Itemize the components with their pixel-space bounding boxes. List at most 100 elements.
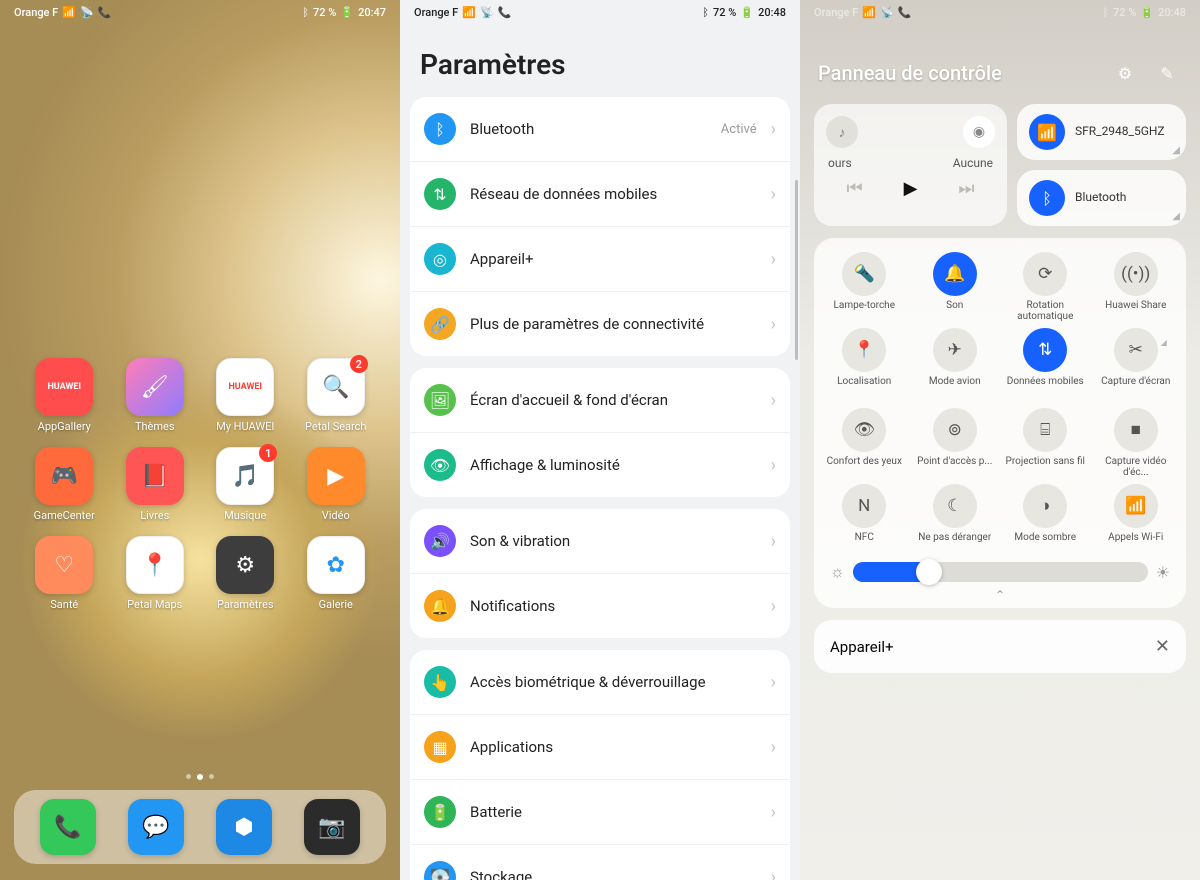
settings-row-sound[interactable]: 🔊Son & vibration› (410, 509, 790, 573)
expand-handle[interactable]: ⌃ (820, 586, 1180, 602)
sound-icon: 🔊 (424, 525, 456, 557)
app-label: Thèmes (135, 420, 175, 433)
dock-phone[interactable]: 📞 (40, 799, 96, 855)
close-icon[interactable]: ✕ (1155, 636, 1170, 657)
tile-hotspot[interactable]: ⊚Point d'accès p... (911, 408, 1000, 478)
dock: 📞 💬 ⬢ 📷 (14, 790, 386, 864)
app-label: Paramètres (217, 598, 274, 611)
tile-dark-mode[interactable]: ◑Mode sombre (1001, 484, 1090, 554)
wifi-label: SFR_2948_5GHZ (1075, 125, 1165, 139)
tile-dnd[interactable]: ☾Ne pas déranger (911, 484, 1000, 554)
eye-comfort-icon: 👁 (842, 408, 886, 452)
settings-row-battery[interactable]: 🔋Batterie› (410, 779, 790, 844)
call-forward-icon: 📞 (498, 6, 512, 19)
scrollbar[interactable] (795, 180, 798, 360)
cast-icon: ⌸ (1023, 408, 1067, 452)
tile-huawei-share[interactable]: ((•))Huawei Share (1092, 252, 1181, 322)
tile-sound[interactable]: 🔔Son (911, 252, 1000, 322)
chevron-right-icon: › (771, 737, 776, 758)
app-vid-o[interactable]: ▶Vidéo (294, 447, 379, 522)
settings-row-storage[interactable]: 💽Stockage› (410, 844, 790, 880)
app-sant-[interactable]: ♡Santé (22, 536, 107, 611)
settings-row-biometric[interactable]: 👆Accès biométrique & déverrouillage› (410, 650, 790, 714)
settings-row-notifications[interactable]: 🔔Notifications› (410, 573, 790, 638)
app-icon: 🎵1 (216, 447, 274, 505)
settings-row-device-plus[interactable]: ◎Appareil+› (410, 226, 790, 291)
tile-cast[interactable]: ⌸Projection sans fil (1001, 408, 1090, 478)
audio-output-icon[interactable]: ◉ (963, 116, 995, 148)
app-petal-search[interactable]: 🔍2Petal Search (294, 358, 379, 433)
carrier-label: Orange F (14, 6, 58, 19)
mobile-data-icon: ⇅ (1023, 328, 1067, 372)
battery-icon: 🔋 (1140, 6, 1154, 19)
tile-rotation[interactable]: ⟳Rotation automatique (1001, 252, 1090, 322)
app-petal-maps[interactable]: 📍Petal Maps (113, 536, 198, 611)
apps-icon: ▦ (424, 731, 456, 763)
prev-button[interactable]: ⏮ (846, 178, 862, 199)
edit-button[interactable]: ✎ (1152, 58, 1182, 88)
signal-icon: 📶 (862, 6, 876, 19)
settings-shortcut-button[interactable]: ⚙ (1110, 58, 1140, 88)
app-param-tres[interactable]: ⚙Paramètres (203, 536, 288, 611)
chevron-right-icon: › (771, 455, 776, 476)
status-bar: Orange F 📶 📡 📞 ᛒ 72 % 🔋 20:48 (400, 0, 800, 24)
chevron-right-icon: › (771, 596, 776, 617)
brightness-slider[interactable]: ☼ ☀ (820, 554, 1180, 586)
tile-label: Son (946, 300, 963, 322)
bluetooth-tile[interactable]: ᛒ Bluetooth ◢ (1017, 170, 1186, 226)
settings-row-bluetooth[interactable]: ᛒBluetoothActivé› (410, 97, 790, 161)
clock-small: 20:48 (758, 6, 786, 19)
tile-wifi-calling[interactable]: 📶Appels Wi-Fi (1092, 484, 1181, 554)
settings-row-more-conn[interactable]: 🔗Plus de paramètres de connectivité› (410, 291, 790, 356)
carrier-label: Orange F (414, 6, 458, 19)
tile-label: Confort des yeux (827, 456, 902, 478)
app-my-huawei[interactable]: HUAWEIMy HUAWEI (203, 358, 288, 433)
app-galerie[interactable]: ✿Galerie (294, 536, 379, 611)
play-button[interactable]: ▶ (904, 178, 918, 199)
settings-row-mobile-data[interactable]: ⇅Réseau de données mobiles› (410, 161, 790, 226)
media-track: ours (828, 156, 852, 170)
row-value: Activé (721, 122, 757, 137)
tile-nfc[interactable]: NNFC (820, 484, 909, 554)
control-panel-title: Panneau de contrôle (818, 61, 1098, 85)
device-plus-label: Appareil+ (830, 638, 894, 656)
tile-screen-record[interactable]: ■Capture vidéo d'éc... (1092, 408, 1181, 478)
settings-row-home-wall[interactable]: 🖼Écran d'accueil & fond d'écran› (410, 368, 790, 432)
carrier-label: Orange F (814, 6, 858, 19)
location-icon: 📍 (842, 328, 886, 372)
app-th-mes[interactable]: 🖌Thèmes (113, 358, 198, 433)
tile-location[interactable]: 📍Localisation (820, 328, 909, 402)
control-panel-screen: Orange F 📶 📡 📞 ᛒ 72 % 🔋 20:48 Panneau de… (800, 0, 1200, 880)
app-gamecenter[interactable]: 🎮GameCenter (22, 447, 107, 522)
tile-screenshot[interactable]: ✂Capture d'écran (1092, 328, 1181, 402)
more-conn-icon: 🔗 (424, 308, 456, 340)
chevron-right-icon: › (771, 249, 776, 270)
hotspot-icon: ⊚ (933, 408, 977, 452)
page-title: Paramètres (400, 24, 800, 97)
dock-messages[interactable]: 💬 (128, 799, 184, 855)
chevron-right-icon: › (771, 531, 776, 552)
bluetooth-icon: ᛒ (1102, 6, 1109, 19)
page-indicator (0, 774, 400, 780)
app-icon: ✿ (307, 536, 365, 594)
app-appgallery[interactable]: HUAWEIAppGallery (22, 358, 107, 433)
chevron-right-icon: › (771, 390, 776, 411)
media-artist: Aucune (953, 156, 993, 170)
settings-row-display[interactable]: 👁Affichage & luminosité› (410, 432, 790, 497)
tile-eye-comfort[interactable]: 👁 Confort des yeux (820, 408, 909, 478)
settings-row-apps[interactable]: ▦Applications› (410, 714, 790, 779)
airplane-icon: ✈ (933, 328, 977, 372)
next-button[interactable]: ⏭ (958, 178, 974, 199)
wifi-tile[interactable]: 📶 SFR_2948_5GHZ ◢ (1017, 104, 1186, 160)
device-plus-card[interactable]: Appareil+ ✕ (814, 620, 1186, 673)
dock-camera[interactable]: 📷 (304, 799, 360, 855)
expand-icon: ◢ (1172, 211, 1180, 222)
tile-torch[interactable]: 🔦Lampe-torche (820, 252, 909, 322)
tile-mobile-data[interactable]: ⇅Données mobiles (1001, 328, 1090, 402)
biometric-icon: 👆 (424, 666, 456, 698)
app-musique[interactable]: 🎵1Musique (203, 447, 288, 522)
media-widget[interactable]: ♪ ◉ ours Aucune ⏮ ▶ ⏭ (814, 104, 1007, 226)
app-livres[interactable]: 📕Livres (113, 447, 198, 522)
dock-browser[interactable]: ⬢ (216, 799, 272, 855)
tile-airplane[interactable]: ✈Mode avion (911, 328, 1000, 402)
